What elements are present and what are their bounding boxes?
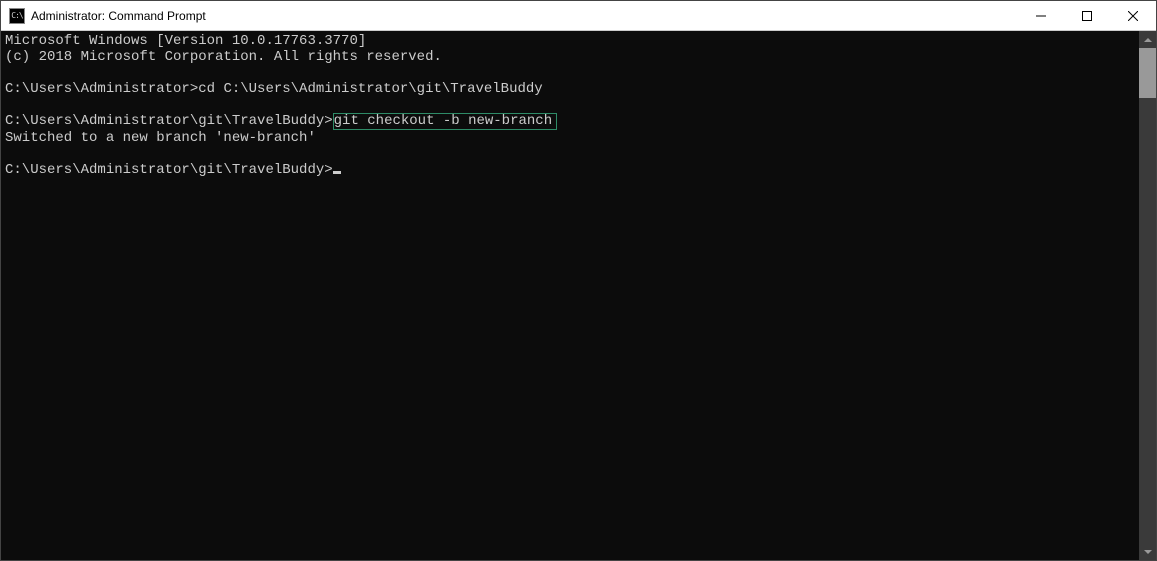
version-line: Microsoft Windows [Version 10.0.17763.37…: [5, 33, 366, 49]
prompt: C:\Users\Administrator\git\TravelBuddy>: [5, 162, 333, 178]
prompt: C:\Users\Administrator\git\TravelBuddy>: [5, 113, 333, 129]
scroll-down-arrow-icon[interactable]: [1139, 543, 1156, 560]
vertical-scrollbar[interactable]: [1139, 31, 1156, 560]
scroll-up-arrow-icon[interactable]: [1139, 31, 1156, 48]
window-controls: [1018, 1, 1156, 30]
terminal-output[interactable]: Microsoft Windows [Version 10.0.17763.37…: [1, 31, 1139, 560]
cmd-icon: C:\: [9, 8, 25, 24]
client-area: Microsoft Windows [Version 10.0.17763.37…: [1, 31, 1156, 560]
command-git-checkout: git checkout -b new-branch: [333, 113, 557, 130]
cursor: [333, 171, 341, 174]
titlebar[interactable]: C:\ Administrator: Command Prompt: [1, 1, 1156, 31]
minimize-button[interactable]: [1018, 1, 1064, 30]
maximize-button[interactable]: [1064, 1, 1110, 30]
window-title: Administrator: Command Prompt: [31, 9, 1018, 23]
close-button[interactable]: [1110, 1, 1156, 30]
command-cd: cd C:\Users\Administrator\git\TravelBudd…: [198, 81, 542, 97]
git-output: Switched to a new branch 'new-branch': [5, 130, 316, 146]
command-prompt-window: C:\ Administrator: Command Prompt Micros…: [0, 0, 1157, 561]
scroll-thumb[interactable]: [1139, 48, 1156, 98]
copyright-line: (c) 2018 Microsoft Corporation. All righ…: [5, 49, 442, 65]
prompt: C:\Users\Administrator>: [5, 81, 198, 97]
